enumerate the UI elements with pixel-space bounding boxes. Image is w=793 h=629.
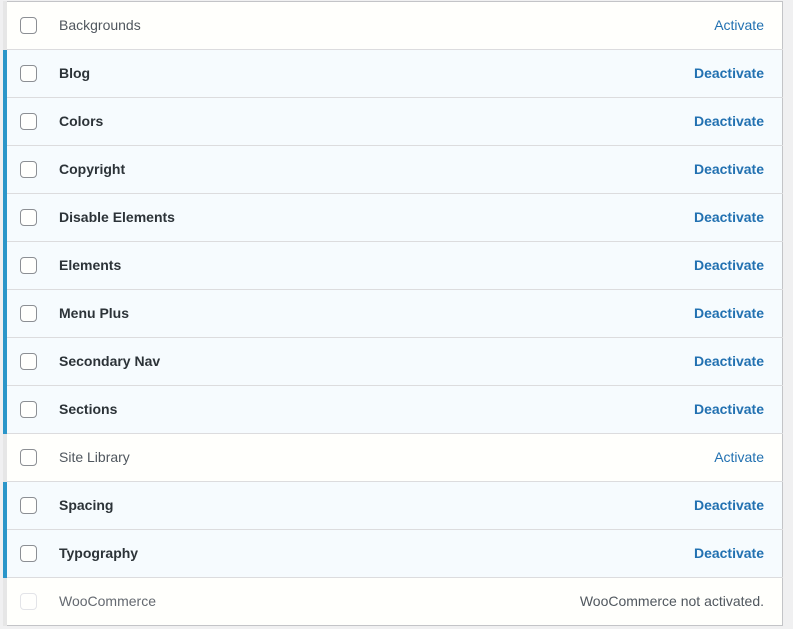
- table-row: Menu Plus Deactivate: [5, 290, 783, 338]
- deactivate-typography-link[interactable]: Deactivate: [694, 545, 764, 561]
- module-status-note: WooCommerce not activated.: [580, 593, 764, 609]
- row-checkbox-cell: [5, 50, 45, 98]
- table-row: Disable Elements Deactivate: [5, 194, 783, 242]
- select-sections-checkbox[interactable]: [20, 401, 37, 418]
- row-checkbox-cell: [5, 338, 45, 386]
- module-name-woocommerce: WooCommerce: [45, 578, 414, 626]
- module-name-colors: Colors: [45, 98, 414, 146]
- module-name-sections: Sections: [45, 386, 414, 434]
- table-row: Backgrounds Activate: [5, 2, 783, 50]
- row-action-cell: Deactivate: [414, 290, 783, 338]
- select-disable-elements-checkbox[interactable]: [20, 209, 37, 226]
- module-name-disable-elements: Disable Elements: [45, 194, 414, 242]
- row-action-cell: Activate: [414, 434, 783, 482]
- deactivate-blog-link[interactable]: Deactivate: [694, 65, 764, 81]
- row-action-cell: Deactivate: [414, 194, 783, 242]
- row-checkbox-cell: [5, 194, 45, 242]
- row-action-cell: WooCommerce not activated.: [414, 578, 783, 626]
- select-secondary-nav-checkbox[interactable]: [20, 353, 37, 370]
- module-name-elements: Elements: [45, 242, 414, 290]
- activate-site-library-link[interactable]: Activate: [714, 449, 764, 465]
- deactivate-spacing-link[interactable]: Deactivate: [694, 497, 764, 513]
- select-backgrounds-checkbox[interactable]: [20, 17, 37, 34]
- deactivate-menu-plus-link[interactable]: Deactivate: [694, 305, 764, 321]
- row-action-cell: Deactivate: [414, 98, 783, 146]
- select-blog-checkbox[interactable]: [20, 65, 37, 82]
- row-checkbox-cell: [5, 98, 45, 146]
- module-name-blog: Blog: [45, 50, 414, 98]
- table-row: Elements Deactivate: [5, 242, 783, 290]
- row-checkbox-cell: [5, 386, 45, 434]
- table-row: Copyright Deactivate: [5, 146, 783, 194]
- deactivate-copyright-link[interactable]: Deactivate: [694, 161, 764, 177]
- select-site-library-checkbox[interactable]: [20, 449, 37, 466]
- row-action-cell: Deactivate: [414, 50, 783, 98]
- table-row: Secondary Nav Deactivate: [5, 338, 783, 386]
- row-action-cell: Deactivate: [414, 386, 783, 434]
- row-action-cell: Deactivate: [414, 146, 783, 194]
- deactivate-secondary-nav-link[interactable]: Deactivate: [694, 353, 764, 369]
- table-row: Blog Deactivate: [5, 50, 783, 98]
- activate-backgrounds-link[interactable]: Activate: [714, 17, 764, 33]
- select-woocommerce-checkbox: [20, 593, 37, 610]
- select-elements-checkbox[interactable]: [20, 257, 37, 274]
- deactivate-sections-link[interactable]: Deactivate: [694, 401, 764, 417]
- row-action-cell: Deactivate: [414, 530, 783, 578]
- select-copyright-checkbox[interactable]: [20, 161, 37, 178]
- module-name-secondary-nav: Secondary Nav: [45, 338, 414, 386]
- module-name-site-library: Site Library: [45, 434, 414, 482]
- row-checkbox-cell: [5, 434, 45, 482]
- row-action-cell: Activate: [414, 2, 783, 50]
- table-row: Site Library Activate: [5, 434, 783, 482]
- module-name-copyright: Copyright: [45, 146, 414, 194]
- row-checkbox-cell: [5, 2, 45, 50]
- deactivate-colors-link[interactable]: Deactivate: [694, 113, 764, 129]
- module-name-menu-plus: Menu Plus: [45, 290, 414, 338]
- select-spacing-checkbox[interactable]: [20, 497, 37, 514]
- plugins-list-table: Backgrounds Activate Blog Deactivate Colors D…: [3, 1, 783, 626]
- table-row: Spacing Deactivate: [5, 482, 783, 530]
- deactivate-elements-link[interactable]: Deactivate: [694, 257, 764, 273]
- plugins-list-body: Backgrounds Activate Blog Deactivate Colors D…: [5, 2, 783, 626]
- row-checkbox-cell: [5, 290, 45, 338]
- row-checkbox-cell: [5, 482, 45, 530]
- table-row: Typography Deactivate: [5, 530, 783, 578]
- select-typography-checkbox[interactable]: [20, 545, 37, 562]
- select-menu-plus-checkbox[interactable]: [20, 305, 37, 322]
- row-checkbox-cell: [5, 146, 45, 194]
- deactivate-disable-elements-link[interactable]: Deactivate: [694, 209, 764, 225]
- table-row: Colors Deactivate: [5, 98, 783, 146]
- row-checkbox-cell: [5, 578, 45, 626]
- table-row: WooCommerce WooCommerce not activated.: [5, 578, 783, 626]
- select-colors-checkbox[interactable]: [20, 113, 37, 130]
- row-action-cell: Deactivate: [414, 338, 783, 386]
- row-checkbox-cell: [5, 242, 45, 290]
- module-name-typography: Typography: [45, 530, 414, 578]
- row-action-cell: Deactivate: [414, 482, 783, 530]
- row-checkbox-cell: [5, 530, 45, 578]
- module-name-backgrounds: Backgrounds: [45, 2, 414, 50]
- table-row: Sections Deactivate: [5, 386, 783, 434]
- module-name-spacing: Spacing: [45, 482, 414, 530]
- row-action-cell: Deactivate: [414, 242, 783, 290]
